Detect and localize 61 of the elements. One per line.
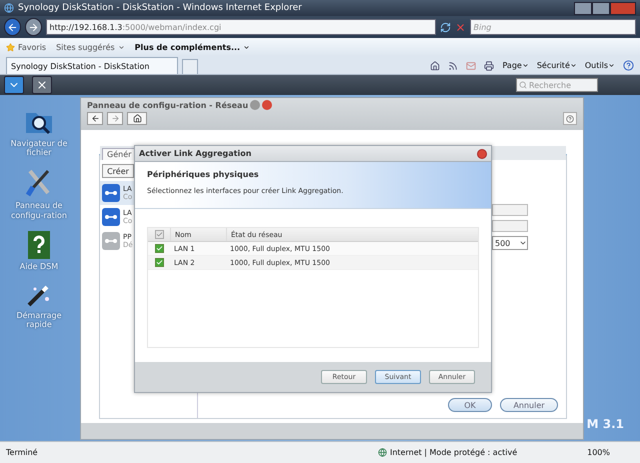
- main-menu-button[interactable]: [4, 76, 24, 94]
- caret-icon: [118, 44, 125, 50]
- favorites-item[interactable]: Sites suggérés: [56, 42, 125, 52]
- forward-arrow-icon: [28, 22, 39, 32]
- input-field[interactable]: [492, 204, 528, 216]
- maximize-button[interactable]: [592, 2, 610, 14]
- caret-icon: [522, 62, 529, 69]
- command-menu[interactable]: Outils: [584, 61, 615, 70]
- favorites-item[interactable]: Favoris: [6, 42, 46, 52]
- tab[interactable]: Génér: [102, 148, 136, 160]
- search-icon: [519, 81, 527, 89]
- help-book-icon: [27, 230, 51, 260]
- caret-icon: [608, 62, 615, 69]
- stop-icon[interactable]: [454, 22, 466, 32]
- tools-button[interactable]: [32, 76, 52, 94]
- help-button[interactable]: [563, 112, 577, 125]
- row-checkbox[interactable]: [154, 244, 164, 253]
- refresh-icon[interactable]: [440, 22, 450, 32]
- close-button[interactable]: [610, 2, 636, 14]
- globe-icon: [378, 448, 387, 457]
- browser-tab[interactable]: Synology DiskStation - DiskStation: [6, 57, 178, 74]
- help-icon[interactable]: [623, 60, 634, 71]
- brand-text: M 3.1: [586, 417, 624, 431]
- address-field[interactable]: http://192.168.1.3:5000/webman/index.cgi: [46, 19, 436, 35]
- favorites-item[interactable]: Plus de compléments...: [134, 42, 250, 52]
- star-icon: [6, 42, 15, 52]
- dialog-button[interactable]: Annuler: [500, 398, 558, 412]
- home-icon[interactable]: [430, 60, 440, 70]
- mtu-select[interactable]: 500: [492, 236, 528, 250]
- close-button[interactable]: [477, 148, 487, 158]
- section-heading: Périphériques physiques: [147, 170, 260, 179]
- status-text: Terminé: [6, 448, 38, 457]
- caret-icon: [243, 44, 250, 50]
- security-zone: Internet | Mode protégé : activé: [390, 448, 518, 457]
- help-icon: [566, 114, 574, 122]
- back-arrow-icon: [90, 114, 100, 123]
- forward-arrow-icon: [110, 114, 120, 123]
- create-button[interactable]: Créer: [102, 164, 134, 178]
- print-icon[interactable]: [484, 60, 494, 70]
- back-arrow-icon: [6, 22, 18, 32]
- dialog-title: Activer Link Aggregation: [139, 149, 252, 158]
- minimize-button[interactable]: [574, 2, 592, 14]
- home-icon: [132, 114, 142, 123]
- command-menu[interactable]: Page: [502, 61, 529, 70]
- input-field[interactable]: [492, 220, 528, 232]
- command-menu[interactable]: Sécurité: [536, 61, 577, 70]
- caret-icon: [570, 62, 577, 69]
- close-button[interactable]: [262, 100, 272, 110]
- window-title: Panneau de configu-ration - Réseau: [87, 100, 248, 110]
- browser-icon: [4, 3, 14, 13]
- zoom-level[interactable]: 100%: [587, 448, 610, 457]
- feed-icon[interactable]: [448, 60, 458, 70]
- caret-icon: [519, 239, 527, 247]
- home-button[interactable]: [127, 112, 147, 125]
- dialog-button[interactable]: OK: [448, 398, 492, 412]
- back-button[interactable]: [4, 18, 21, 36]
- select-all-checkbox[interactable]: [154, 230, 164, 239]
- row-checkbox[interactable]: [154, 258, 164, 267]
- window-title: Synology DiskStation - DiskStation - Windows Internet Explorer: [18, 3, 302, 13]
- network-icon: [102, 184, 120, 202]
- forward-button[interactable]: [24, 18, 42, 36]
